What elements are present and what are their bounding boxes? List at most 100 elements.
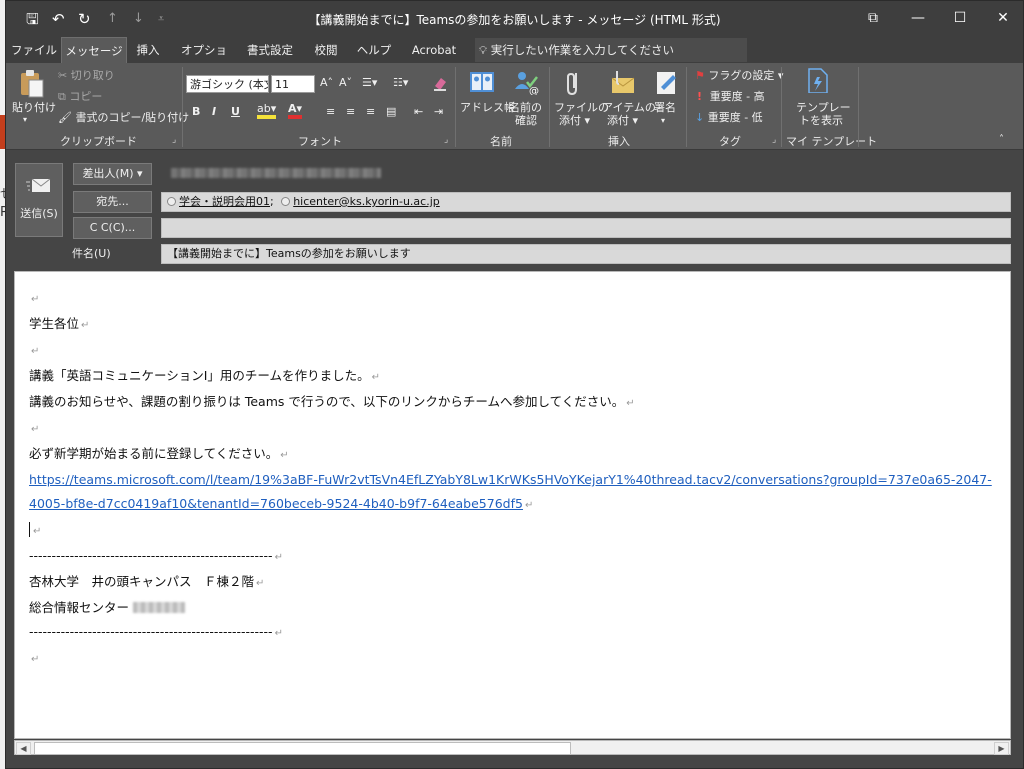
send-label: 送信(S) bbox=[20, 207, 58, 220]
body-paragraph: 講義のお知らせや、課題の割り振りは Teams で行うので、以下のリンクからチー… bbox=[29, 394, 635, 409]
signature-line: 杏林大学 井の頭キャンパス Ｆ棟２階 ↵ bbox=[29, 574, 265, 589]
attach-file-button[interactable]: ファイルの bbox=[554, 101, 609, 115]
body-paragraph: ↵ bbox=[31, 424, 40, 435]
view-templates-label-2: トを表示 bbox=[799, 114, 843, 127]
address-book-button[interactable]: アドレス帳 bbox=[460, 101, 515, 115]
body-paragraph: ↵ bbox=[31, 294, 40, 305]
signature-separator: ----------------------------------------… bbox=[29, 624, 283, 639]
tab-help[interactable]: ヘルプ bbox=[354, 37, 394, 63]
signature-icon[interactable] bbox=[653, 69, 681, 95]
paste-dropdown-icon[interactable]: ▾ bbox=[23, 113, 27, 127]
tell-me-search[interactable]: 💡︎ 実行したい作業を入力してください bbox=[475, 38, 747, 62]
tab-message[interactable]: メッセージ bbox=[61, 37, 127, 63]
view-templates-button[interactable]: テンプレー bbox=[796, 101, 851, 115]
address-book-icon[interactable] bbox=[468, 69, 496, 95]
italic-button[interactable]: I bbox=[212, 105, 216, 119]
horizontal-scrollbar[interactable]: ◀ ▶ bbox=[14, 740, 1011, 755]
clipboard-launcher-icon[interactable]: ⌟ bbox=[172, 135, 176, 145]
cut-button[interactable]: 切り取り bbox=[71, 69, 115, 82]
signature-dropdown-icon[interactable]: ▾ bbox=[661, 114, 665, 128]
tab-file[interactable]: ファイル bbox=[10, 37, 58, 63]
font-launcher-icon[interactable]: ⌟ bbox=[444, 135, 448, 145]
body-paragraph: 学生各位 ↵ bbox=[29, 316, 90, 331]
body-paragraph: ↵ bbox=[31, 654, 40, 665]
ribbon-display-options-icon[interactable]: ⧉ bbox=[853, 6, 893, 30]
font-color-icon[interactable]: A▾ bbox=[288, 103, 303, 119]
scroll-left-icon[interactable]: ◀ bbox=[16, 742, 31, 755]
cut-icon: ✂ bbox=[58, 69, 71, 82]
font-group-label: フォント bbox=[298, 135, 342, 148]
my-templates-group-label: マイ テンプレート bbox=[786, 135, 878, 148]
to-button[interactable]: 宛先... bbox=[73, 191, 152, 213]
message-header: 送信(S) 差出人(M) ▾ 宛先... 学会・説明会用01; hicenter… bbox=[6, 150, 1023, 270]
signature-button[interactable]: 署名 bbox=[654, 101, 676, 115]
tab-review[interactable]: 校閲 bbox=[308, 37, 344, 63]
body-paragraph: ↵ bbox=[31, 346, 40, 357]
from-button[interactable]: 差出人(M) ▾ bbox=[73, 163, 152, 185]
high-importance-icon: ! bbox=[697, 90, 710, 103]
recipient-chip[interactable]: 学会・説明会用01 bbox=[179, 195, 270, 208]
teams-link[interactable]: https://teams.microsoft.com/l/team/19%3a… bbox=[29, 472, 992, 511]
send-button[interactable]: 送信(S) bbox=[15, 163, 63, 237]
cc-field[interactable] bbox=[161, 218, 1011, 238]
paste-button[interactable]: 貼り付け bbox=[12, 101, 56, 115]
attach-item-label-2: 添付 bbox=[607, 114, 629, 127]
scrollbar-thumb[interactable] bbox=[34, 742, 571, 755]
group-separator bbox=[858, 67, 859, 147]
minimize-button[interactable]: — bbox=[898, 6, 938, 30]
tags-launcher-icon[interactable]: ⌟ bbox=[772, 135, 776, 145]
bold-button[interactable]: B bbox=[192, 105, 200, 119]
recipient-chip[interactable]: hicenter@ks.kyorin-u.ac.jp bbox=[293, 195, 440, 208]
attach-item-icon[interactable] bbox=[608, 69, 636, 95]
check-names-icon[interactable]: @ bbox=[513, 69, 541, 95]
message-body[interactable]: ↵ 学生各位 ↵ ↵ 講義「英語コミュニケーションⅠ」用のチームを作りました。 ↵ … bbox=[14, 271, 1011, 739]
tags-group-label: タグ bbox=[719, 135, 741, 148]
scroll-right-icon[interactable]: ▶ bbox=[994, 742, 1009, 755]
ribbon: 貼り付け ▾ ✂ 切り取り ⧉ コピー 🖌︎ 書式のコピー/貼り付け クリップボ… bbox=[6, 63, 1023, 150]
bullets-icon[interactable]: ☰▾ bbox=[362, 76, 377, 90]
align-left-icon[interactable]: ≡ bbox=[326, 105, 335, 119]
follow-up-button[interactable]: フラグの設定 bbox=[708, 69, 774, 82]
increase-indent-icon[interactable]: ⇥ bbox=[434, 105, 443, 119]
check-names-label-2: 確認 bbox=[515, 114, 537, 127]
align-right-icon[interactable]: ≡ bbox=[366, 105, 375, 119]
title-bar: 🖫 ↶ ↻ ↑ ↓ ⩡ 【講義開始までに】Teamsの参加をお願いします - メ… bbox=[6, 1, 1023, 37]
tab-acrobat[interactable]: Acrobat bbox=[406, 37, 462, 63]
font-size-combo[interactable]: 11 bbox=[271, 75, 315, 93]
paperclip-icon[interactable] bbox=[562, 69, 590, 95]
collapse-ribbon-icon[interactable]: ˄ bbox=[999, 133, 1004, 147]
align-center-icon[interactable]: ≡ bbox=[346, 105, 355, 119]
high-importance-button[interactable]: 重要度 - 高 bbox=[710, 90, 765, 103]
tab-format-text[interactable]: 書式設定 bbox=[240, 37, 300, 63]
format-painter-button[interactable]: 書式のコピー/貼り付け bbox=[75, 111, 189, 124]
clear-formatting-icon[interactable] bbox=[431, 74, 449, 92]
tab-options[interactable]: オプション bbox=[176, 37, 232, 83]
ribbon-tabs: ファイル メッセージ 挿入 オプション 書式設定 校閲 ヘルプ Acrobat … bbox=[6, 37, 1023, 83]
numbering-icon[interactable]: ☷▾ bbox=[393, 76, 408, 90]
cc-button[interactable]: C C(C)... bbox=[73, 217, 152, 239]
group-separator bbox=[686, 67, 687, 147]
paste-icon[interactable] bbox=[18, 69, 44, 99]
attach-item-button[interactable]: アイテムの bbox=[602, 101, 656, 115]
underline-button[interactable]: U bbox=[231, 105, 240, 119]
subject-field[interactable]: 【講義開始までに】Teamsの参加をお願いします bbox=[161, 244, 1011, 264]
tab-insert[interactable]: 挿入 bbox=[132, 37, 164, 63]
decrease-indent-icon[interactable]: ⇤ bbox=[414, 105, 423, 119]
redacted-name bbox=[133, 602, 185, 613]
lightbulb-icon: 💡︎ bbox=[479, 43, 488, 57]
close-button[interactable]: ✕ bbox=[983, 6, 1023, 30]
justify-icon[interactable]: ▤ bbox=[386, 105, 396, 119]
grow-font-icon[interactable]: A˄ bbox=[320, 76, 333, 90]
check-names-button[interactable]: 名前の bbox=[509, 101, 542, 115]
recipient-status-icon bbox=[281, 197, 291, 206]
to-field[interactable]: 学会・説明会用01; hicenter@ks.kyorin-u.ac.jp bbox=[161, 192, 1011, 212]
body-paragraph: ↵ bbox=[29, 518, 999, 544]
shrink-font-icon[interactable]: A˅ bbox=[339, 76, 352, 90]
view-templates-icon[interactable] bbox=[804, 67, 832, 93]
copy-button[interactable]: コピー bbox=[69, 90, 102, 103]
svg-text:@: @ bbox=[529, 86, 539, 95]
maximize-button[interactable]: ☐ bbox=[940, 6, 980, 30]
low-importance-button[interactable]: 重要度 - 低 bbox=[708, 111, 763, 124]
font-family-combo[interactable]: 游ゴシック (本文 bbox=[186, 75, 269, 93]
highlight-icon[interactable]: ab▾ bbox=[257, 103, 277, 119]
